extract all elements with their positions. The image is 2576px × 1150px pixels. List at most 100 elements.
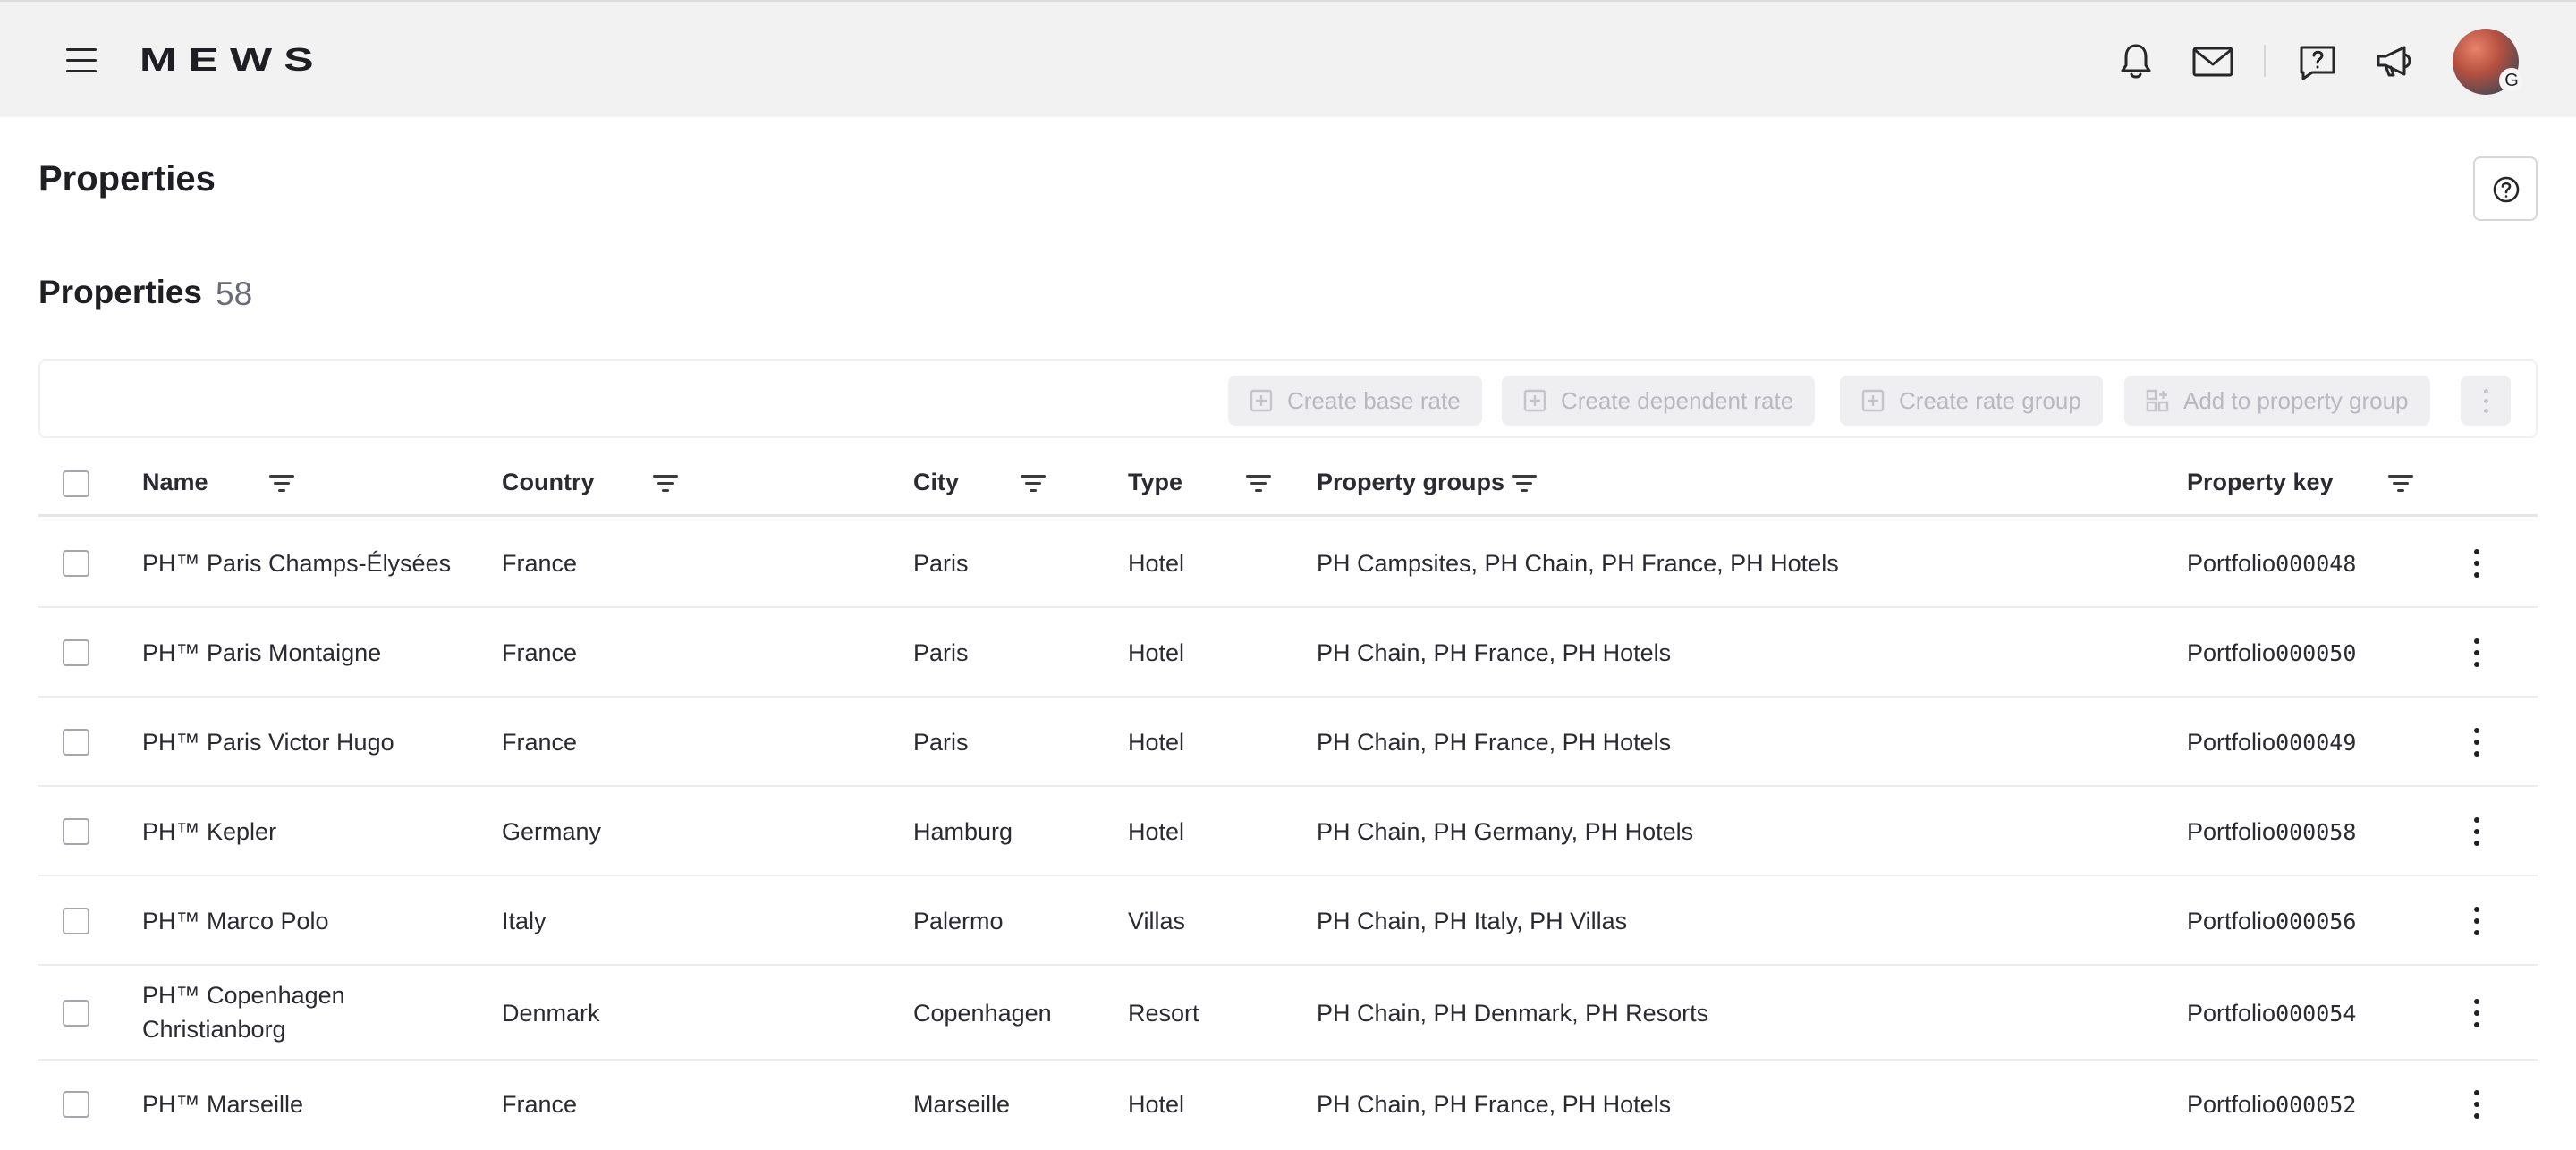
- header-divider: [2264, 45, 2266, 77]
- menu-icon[interactable]: [63, 47, 104, 77]
- column-header-country[interactable]: Country: [502, 469, 595, 496]
- property-key-prefix: Portfolio: [2187, 639, 2276, 666]
- property-key-prefix: Portfolio: [2187, 550, 2276, 577]
- group-add-icon: [2146, 389, 2169, 412]
- property-key-number: 000049: [2275, 730, 2357, 756]
- property-groups: PH Campsites, PH Chain, PH France, PH Ho…: [1317, 550, 1839, 577]
- row-checkbox[interactable]: [63, 818, 89, 845]
- column-header-city[interactable]: City: [913, 469, 959, 496]
- row-checkbox[interactable]: [63, 639, 89, 666]
- bell-icon[interactable]: [2113, 38, 2159, 85]
- mail-icon[interactable]: [2190, 38, 2236, 85]
- property-city: Paris: [913, 550, 969, 577]
- table-row[interactable]: PH™ Paris Montaigne France Paris Hotel P…: [38, 608, 2538, 698]
- mews-logo[interactable]: MEWS: [140, 44, 326, 76]
- help-chat-icon[interactable]: [2294, 38, 2341, 85]
- column-header-property-groups[interactable]: Property groups: [1317, 469, 1504, 496]
- filter-icon[interactable]: [653, 473, 678, 495]
- property-city: Paris: [913, 729, 969, 756]
- property-city: Palermo: [913, 908, 1004, 934]
- property-type: Villas: [1128, 908, 1186, 934]
- add-to-property-group-button[interactable]: Add to property group: [2124, 376, 2430, 426]
- more-actions-button[interactable]: [2461, 376, 2511, 426]
- properties-count: 58: [216, 275, 253, 312]
- table-row[interactable]: PH™ Copenhagen Christianborg Denmark Cop…: [38, 966, 2538, 1061]
- property-type: Hotel: [1128, 639, 1185, 666]
- property-country: France: [502, 729, 578, 756]
- row-checkbox[interactable]: [63, 1000, 89, 1027]
- row-actions-menu[interactable]: [2463, 903, 2490, 939]
- property-city: Hamburg: [913, 818, 1013, 845]
- row-actions-menu[interactable]: [2463, 724, 2490, 760]
- property-country: Denmark: [502, 1000, 600, 1027]
- property-name[interactable]: PH™ Marco Polo: [142, 904, 329, 938]
- table-row[interactable]: PH™ Marco Polo Italy Palermo Villas PH C…: [38, 876, 2538, 966]
- property-key-prefix: Portfolio: [2187, 818, 2276, 845]
- property-name[interactable]: PH™ Paris Montaigne: [142, 636, 381, 670]
- create-dependent-rate-button[interactable]: Create dependent rate: [1502, 376, 1816, 426]
- create-rate-group-button[interactable]: Create rate group: [1840, 376, 2103, 426]
- property-country: Italy: [502, 908, 547, 934]
- column-header-property-key[interactable]: Property key: [2187, 469, 2334, 496]
- add-to-property-group-label: Add to property group: [2183, 387, 2409, 414]
- section-title: Properties: [38, 274, 203, 310]
- row-checkbox[interactable]: [63, 1091, 89, 1118]
- property-name-line-2: Christianborg: [142, 1016, 286, 1043]
- plus-square-icon: [1523, 389, 1546, 412]
- property-key: Portfolio000054: [2187, 996, 2356, 1031]
- property-name[interactable]: PH™ Paris Champs-Élysées: [142, 546, 451, 580]
- row-checkbox[interactable]: [63, 729, 89, 756]
- property-name[interactable]: PH™ Paris Victor Hugo: [142, 725, 394, 759]
- property-key: Portfolio000049: [2187, 725, 2356, 760]
- property-name-line-1: PH™ Copenhagen: [142, 982, 345, 1009]
- property-name[interactable]: PH™ Kepler: [142, 815, 276, 849]
- filter-icon[interactable]: [1512, 473, 1537, 495]
- row-actions-menu[interactable]: [2463, 545, 2490, 581]
- top-navigation-bar: MEWS G: [0, 0, 2576, 117]
- table-header: Name Country City Type Property groups P…: [38, 451, 2538, 517]
- table-row[interactable]: PH™ Marseille France Marseille Hotel PH …: [38, 1061, 2538, 1150]
- row-checkbox[interactable]: [63, 550, 89, 577]
- filter-icon[interactable]: [2388, 473, 2413, 495]
- create-base-rate-button[interactable]: Create base rate: [1228, 376, 1482, 426]
- row-actions-menu[interactable]: [2463, 1087, 2490, 1122]
- property-name[interactable]: PH™ Copenhagen Christianborg: [142, 978, 345, 1046]
- property-key-prefix: Portfolio: [2187, 729, 2276, 756]
- property-key: Portfolio000050: [2187, 636, 2356, 671]
- property-key-number: 000058: [2275, 819, 2357, 845]
- property-key: Portfolio000056: [2187, 904, 2356, 939]
- property-groups: PH Chain, PH Denmark, PH Resorts: [1317, 1000, 1709, 1027]
- filter-icon[interactable]: [1246, 473, 1271, 495]
- table-row[interactable]: PH™ Paris Champs-Élysées France Paris Ho…: [38, 519, 2538, 608]
- property-name[interactable]: PH™ Marseille: [142, 1087, 303, 1121]
- property-country: Germany: [502, 818, 602, 845]
- row-actions-menu[interactable]: [2463, 635, 2490, 671]
- property-key: Portfolio000052: [2187, 1087, 2356, 1122]
- plus-square-icon: [1861, 389, 1885, 412]
- property-groups: PH Chain, PH France, PH Hotels: [1317, 1091, 1672, 1118]
- megaphone-icon[interactable]: [2372, 38, 2419, 85]
- row-actions-menu[interactable]: [2463, 814, 2490, 850]
- property-groups: PH Chain, PH Italy, PH Villas: [1317, 908, 1628, 934]
- column-header-name[interactable]: Name: [142, 469, 208, 496]
- column-header-type[interactable]: Type: [1128, 469, 1182, 496]
- help-button[interactable]: [2473, 156, 2538, 221]
- select-all-checkbox[interactable]: [63, 470, 89, 497]
- property-key-number: 000048: [2275, 551, 2357, 577]
- filter-icon[interactable]: [269, 473, 294, 495]
- page-title: Properties: [38, 159, 216, 199]
- create-dependent-rate-label: Create dependent rate: [1561, 387, 1794, 414]
- row-checkbox[interactable]: [63, 908, 89, 934]
- property-city: Marseille: [913, 1091, 1011, 1118]
- property-type: Resort: [1128, 1000, 1199, 1027]
- property-key-prefix: Portfolio: [2187, 908, 2276, 934]
- row-actions-menu[interactable]: [2463, 995, 2490, 1031]
- filter-icon[interactable]: [1021, 473, 1046, 495]
- property-groups: PH Chain, PH France, PH Hotels: [1317, 729, 1672, 756]
- property-key-number: 000054: [2275, 1001, 2357, 1027]
- table-row[interactable]: PH™ Paris Victor Hugo France Paris Hotel…: [38, 698, 2538, 787]
- property-country: France: [502, 550, 578, 577]
- property-key-number: 000050: [2275, 640, 2357, 666]
- property-city: Copenhagen: [913, 1000, 1052, 1027]
- table-row[interactable]: PH™ Kepler Germany Hamburg Hotel PH Chai…: [38, 787, 2538, 876]
